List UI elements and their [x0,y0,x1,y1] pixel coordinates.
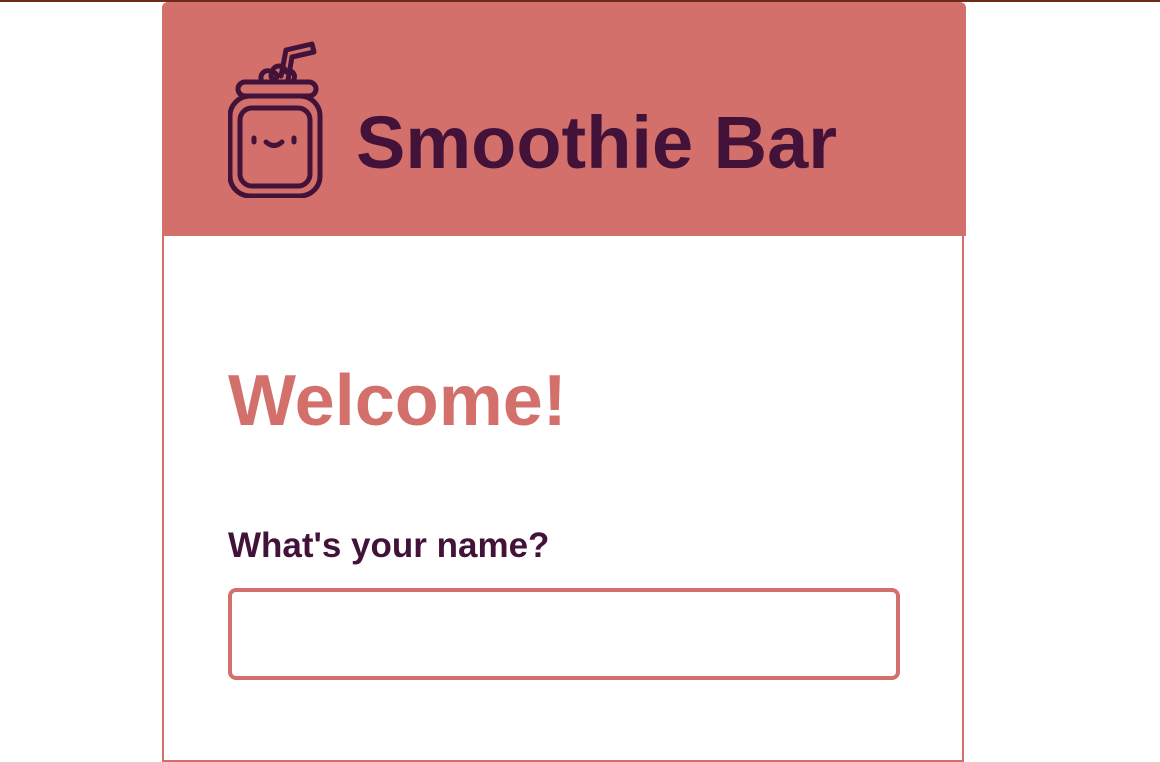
welcome-card: Smoothie Bar Welcome! What's your name? [162,2,966,762]
brand-header: Smoothie Bar [162,2,966,236]
name-label: What's your name? [228,526,550,565]
smoothie-jar-icon [228,41,323,198]
welcome-heading: Welcome! [228,361,567,441]
brand-title: Smoothie Bar [356,101,838,184]
name-input[interactable] [228,588,900,680]
